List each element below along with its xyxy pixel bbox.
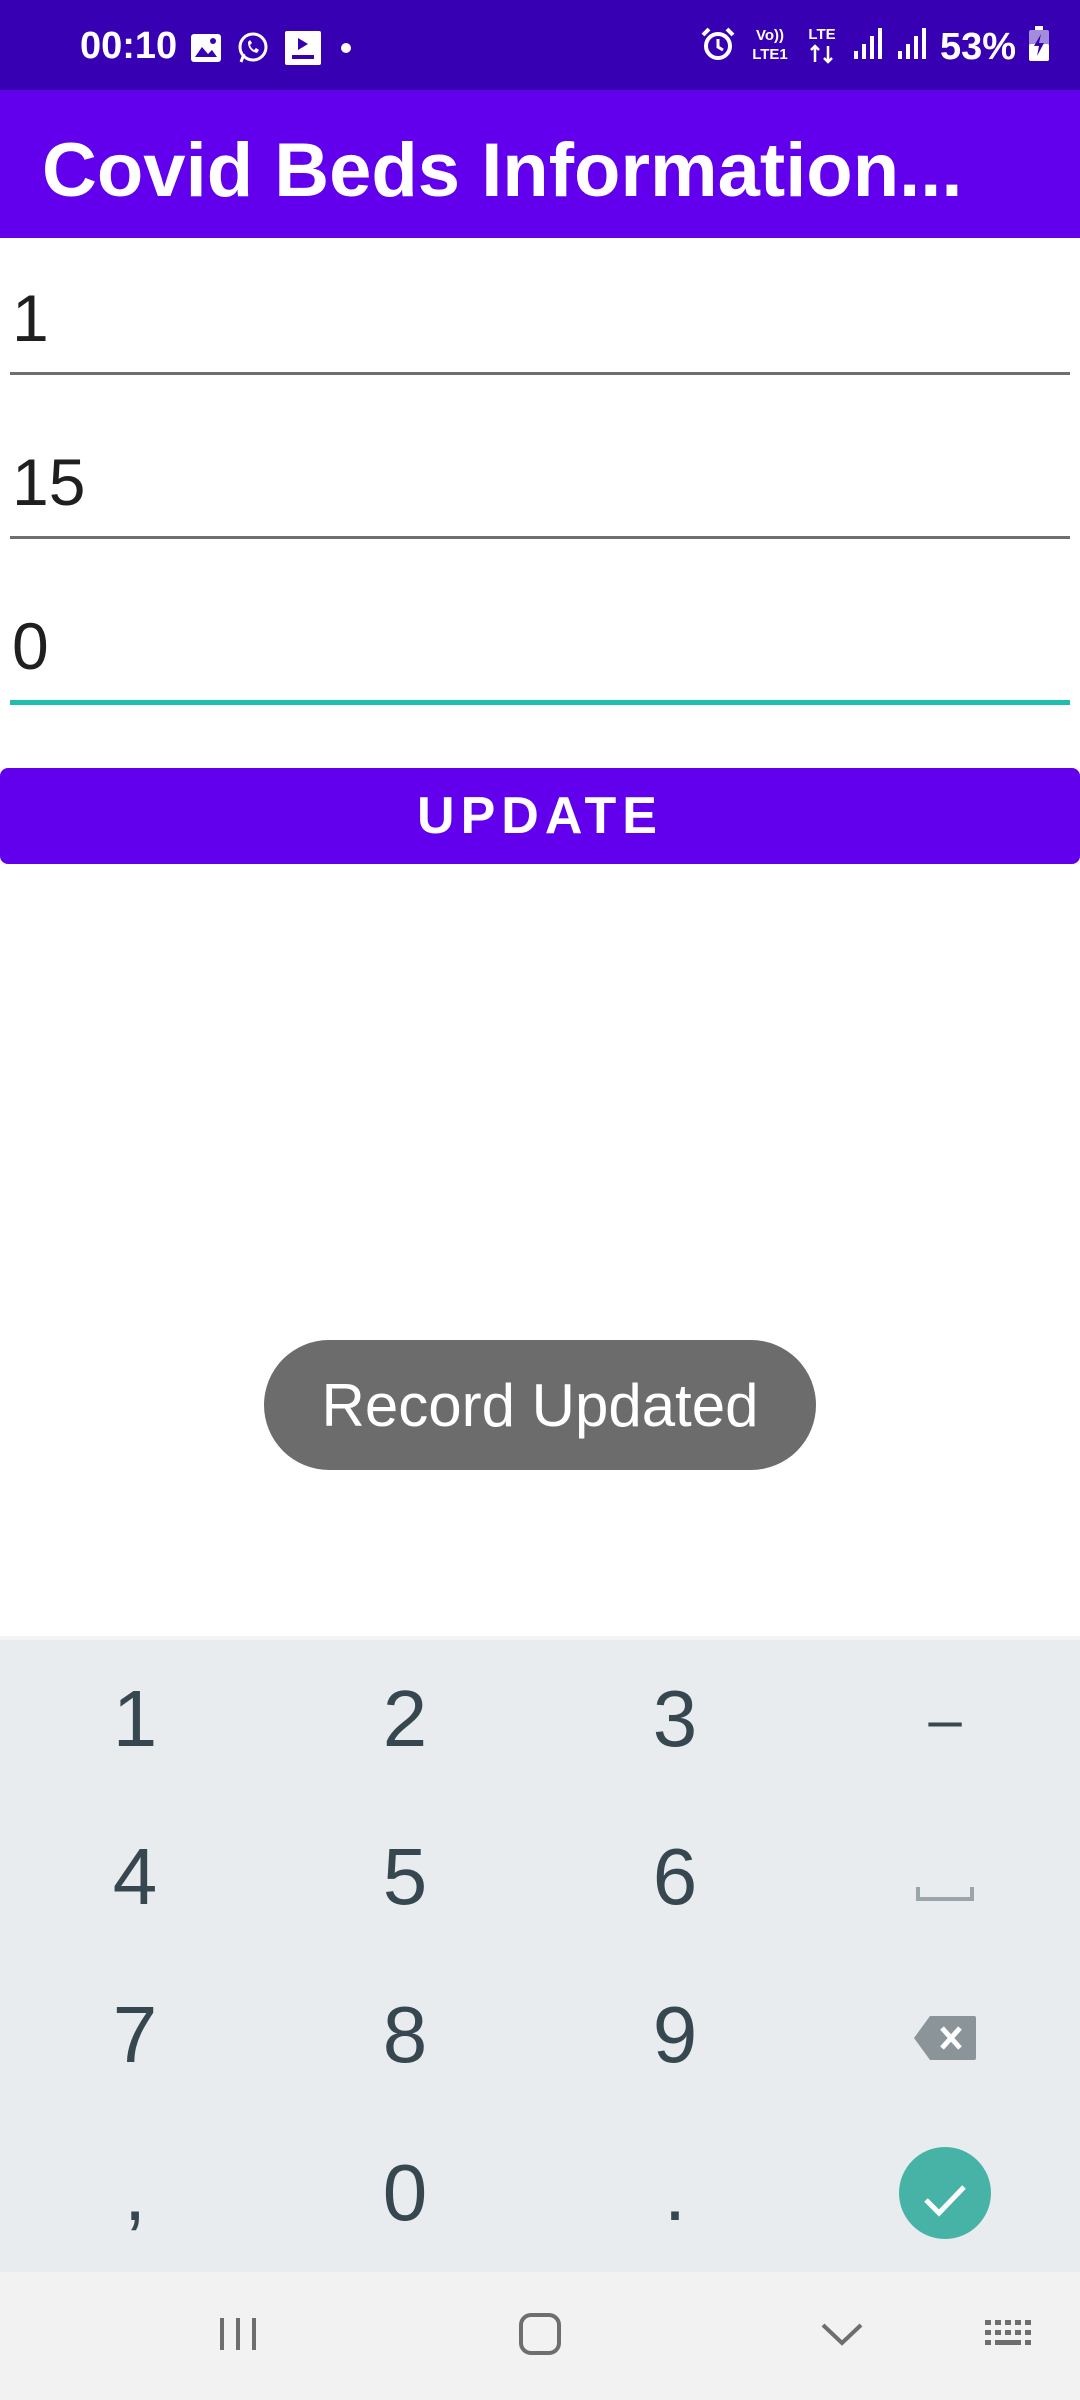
backspace-icon: [912, 1989, 978, 2081]
key-7[interactable]: 7: [0, 1956, 270, 2114]
back-button[interactable]: [802, 2302, 882, 2370]
media-icon: [284, 30, 322, 71]
svg-text:LTE1: LTE1: [752, 46, 788, 63]
svg-text:Vo)): Vo)): [756, 27, 784, 44]
input-field-2-value[interactable]: 15: [10, 442, 1070, 522]
key-4[interactable]: 4: [0, 1798, 270, 1956]
navigation-bar: [0, 2272, 1080, 2400]
input-field-1-value[interactable]: 1: [10, 278, 1070, 358]
key-comma[interactable]: ,: [0, 2114, 270, 2272]
recents-icon: [216, 2314, 260, 2359]
signal-icon: [852, 27, 884, 66]
alarm-icon: [700, 26, 736, 67]
status-bar: 00:10 Vo)) LTE1 LTE 53%: [0, 0, 1080, 90]
done-button[interactable]: [899, 2147, 991, 2239]
lte-icon: LTE: [804, 24, 840, 69]
recents-button[interactable]: [198, 2302, 278, 2370]
app-bar: Covid Beds Information...: [0, 90, 1080, 238]
image-icon: [190, 33, 222, 68]
input-field-2[interactable]: 15: [10, 442, 1070, 539]
key-5[interactable]: 5: [270, 1798, 540, 1956]
volte-icon: Vo)) LTE1: [748, 24, 792, 69]
app-title: Covid Beds Information...: [42, 128, 963, 213]
numeric-keyboard: 1 2 3 – 4 5 6 7 8 9 , 0 .: [0, 1636, 1080, 2276]
key-2[interactable]: 2: [270, 1640, 540, 1798]
space-icon: [915, 1831, 975, 1923]
battery-charging-icon: [1028, 26, 1050, 67]
checkmark-icon: [921, 2147, 969, 2239]
key-8[interactable]: 8: [270, 1956, 540, 2114]
key-dash[interactable]: –: [810, 1640, 1080, 1798]
input-underline-focused: [10, 700, 1070, 705]
dot-icon: [336, 38, 356, 63]
keyboard-icon: [983, 2318, 1037, 2355]
key-backspace[interactable]: [810, 1956, 1080, 2114]
home-icon: [518, 2312, 562, 2361]
back-icon: [819, 2319, 865, 2354]
input-underline: [10, 536, 1070, 539]
battery-percent: 53%: [939, 25, 1016, 68]
key-0[interactable]: 0: [270, 2114, 540, 2272]
key-6[interactable]: 6: [540, 1798, 810, 1956]
whatsapp-icon: [236, 31, 270, 70]
signal-icon: [896, 27, 928, 66]
home-button[interactable]: [500, 2302, 580, 2370]
keyboard-switch-button[interactable]: [970, 2302, 1050, 2370]
input-field-3-value[interactable]: 0: [10, 606, 1070, 686]
key-period[interactable]: .: [540, 2114, 810, 2272]
notification-icons: [190, 30, 356, 71]
input-field-3[interactable]: 0: [10, 606, 1070, 705]
system-icons: Vo)) LTE1 LTE 53%: [700, 24, 1050, 69]
svg-text:LTE: LTE: [808, 26, 835, 43]
input-field-1[interactable]: 1: [10, 278, 1070, 375]
input-underline: [10, 372, 1070, 375]
key-space[interactable]: [810, 1798, 1080, 1956]
key-done[interactable]: [810, 2114, 1080, 2272]
status-time: 00:10: [80, 25, 178, 67]
update-button[interactable]: UPDATE: [0, 768, 1080, 864]
toast-message: Record Updated: [264, 1340, 816, 1470]
key-9[interactable]: 9: [540, 1956, 810, 2114]
key-1[interactable]: 1: [0, 1640, 270, 1798]
key-3[interactable]: 3: [540, 1640, 810, 1798]
